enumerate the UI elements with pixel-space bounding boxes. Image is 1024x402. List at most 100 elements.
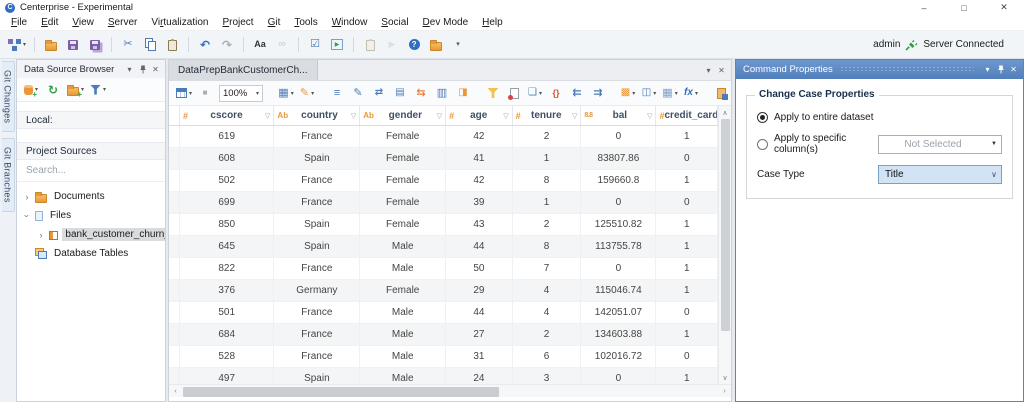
expand-icon[interactable]: ›	[37, 230, 45, 240]
layout-button[interactable]: ▾	[174, 83, 194, 103]
data-profile-button[interactable]: ▦▾	[276, 83, 296, 103]
add-database-button[interactable]: ▾	[21, 80, 41, 100]
find-button[interactable]: ∞	[272, 35, 292, 55]
add-column-button[interactable]: ◫▾	[639, 83, 659, 103]
collapse-icon[interactable]: ›	[22, 212, 32, 220]
help-button[interactable]	[404, 35, 424, 55]
rename-button[interactable]: ⇄	[369, 83, 389, 103]
sidebar-tab-git-changes[interactable]: Git Changes	[2, 61, 15, 132]
tab-list-icon[interactable]: ▾	[702, 64, 715, 77]
tab-dataprep[interactable]: DataPrepBankCustomerCh...	[169, 60, 318, 80]
scroll-up-icon[interactable]: ∧	[719, 106, 732, 119]
cut-button[interactable]: ✂	[118, 35, 138, 55]
toolbar-options-button[interactable]: ▾	[448, 35, 468, 55]
filter-funnel-icon[interactable]: ▽	[503, 112, 508, 120]
resume-button[interactable]: ▶	[382, 35, 402, 55]
export-button[interactable]	[711, 83, 731, 103]
menu-dev-mode[interactable]: Dev Mode	[416, 17, 476, 28]
radio-button-icon[interactable]	[757, 112, 768, 123]
tree-item-documents[interactable]: ›Documents	[17, 187, 165, 206]
case-type-select[interactable]: Title ∨	[878, 165, 1002, 184]
section-local[interactable]: Local:	[17, 111, 165, 129]
radio-button-icon[interactable]	[757, 139, 768, 150]
sidebar-tab-git-branches[interactable]: Git Branches	[2, 138, 15, 212]
menu-server[interactable]: Server	[101, 17, 144, 28]
save-all-button[interactable]	[85, 35, 105, 55]
font-button[interactable]: Aa	[250, 35, 270, 55]
apply-changes-button[interactable]: ▩▾	[618, 83, 638, 103]
column-header-age[interactable]: #age▽	[446, 106, 513, 125]
close-panel-icon[interactable]: ✕	[149, 63, 162, 76]
column-chooser-button[interactable]: ▥	[432, 83, 452, 103]
menu-social[interactable]: Social	[374, 17, 415, 28]
column-header-bal[interactable]: 8.8bal▽	[581, 106, 656, 125]
menu-help[interactable]: Help	[475, 17, 510, 28]
menu-project[interactable]: Project	[215, 17, 260, 28]
search-input[interactable]	[17, 160, 165, 182]
zoom-level-select[interactable]: 100%▾	[219, 85, 263, 102]
expand-icon[interactable]: ›	[23, 192, 31, 202]
scroll-down-icon[interactable]: ∨	[719, 371, 732, 384]
column-header-tenure[interactable]: #tenure▽	[513, 106, 582, 125]
filter-button[interactable]: ▾	[88, 80, 108, 100]
merge-button[interactable]: ⇉	[588, 83, 608, 103]
filter-funnel-icon[interactable]: ▽	[351, 112, 356, 120]
horizontal-scroll-thumb[interactable]	[183, 387, 499, 397]
expression-button[interactable]: {}	[546, 83, 566, 103]
radio-entire-dataset[interactable]: Apply to entire dataset	[757, 112, 1002, 123]
filter-records-button[interactable]: ▤	[390, 83, 410, 103]
save-button[interactable]	[63, 35, 83, 55]
undo-button[interactable]: ↶	[195, 35, 215, 55]
tab-close-icon[interactable]: ✕	[715, 64, 728, 77]
scroll-left-icon[interactable]: ‹	[169, 385, 182, 398]
column-header-gender[interactable]: Abgender▽	[360, 106, 446, 125]
close-button[interactable]: ✕	[984, 0, 1024, 15]
menu-tools[interactable]: Tools	[287, 17, 324, 28]
open-button[interactable]	[41, 35, 61, 55]
recent-files-button[interactable]	[426, 35, 446, 55]
tree-item-bank-customer-churn-file[interactable]: ›bank_customer_churn_file	[17, 225, 165, 244]
close-panel-icon[interactable]: ✕	[1007, 63, 1020, 76]
menu-virtualization[interactable]: Virtualization	[144, 17, 215, 28]
sample-data-button[interactable]	[504, 83, 524, 103]
start-dataflow-button[interactable]	[327, 35, 347, 55]
filter-button[interactable]	[483, 83, 503, 103]
filter-funnel-icon[interactable]: ▽	[437, 112, 442, 120]
maximize-button[interactable]: □	[944, 0, 984, 15]
add-file-source-button[interactable]: ▾	[65, 80, 86, 100]
window-position-icon[interactable]: ▾	[981, 63, 994, 76]
refresh-button[interactable]: ↻	[43, 80, 63, 100]
horizontal-scrollbar[interactable]: ‹ ›	[169, 384, 731, 397]
add-record-button[interactable]: ≡	[327, 83, 347, 103]
new-button[interactable]: ▾	[6, 35, 28, 55]
paste-button[interactable]	[162, 35, 182, 55]
copy-button[interactable]	[140, 35, 160, 55]
column-header-credit_card[interactable]: #credit_card	[656, 106, 718, 125]
tree-item-database-tables[interactable]: Database Tables	[17, 244, 165, 263]
auto-hide-pin-icon[interactable]	[136, 63, 149, 76]
column-header-cscore[interactable]: #cscore▽	[180, 106, 274, 125]
filter-funnel-icon[interactable]: ▽	[265, 112, 270, 120]
edit-options-button[interactable]: ✎▾	[297, 83, 317, 103]
paste-run-button[interactable]	[360, 35, 380, 55]
redo-button[interactable]: ↷	[217, 35, 237, 55]
section-project-sources[interactable]: Project Sources	[17, 142, 165, 160]
minimize-button[interactable]: –	[904, 0, 944, 15]
split-button[interactable]: ⇇	[567, 83, 587, 103]
window-position-icon[interactable]: ▾	[123, 63, 136, 76]
filter-funnel-icon[interactable]: ▽	[647, 112, 652, 120]
menu-view[interactable]: View	[65, 17, 101, 28]
vertical-scroll-thumb[interactable]	[721, 119, 730, 331]
window-button[interactable]: ❏▾	[525, 83, 545, 103]
vertical-scrollbar[interactable]: ∧ ∨	[718, 106, 731, 384]
radio-specific-columns[interactable]: Apply to specific column(s) Not Selected…	[757, 133, 1002, 155]
scroll-right-icon[interactable]: ›	[718, 385, 731, 398]
edit-record-button[interactable]: ✎	[348, 83, 368, 103]
transform-button[interactable]: ⇆	[411, 83, 431, 103]
columns-select[interactable]: Not Selected ▼	[878, 135, 1002, 154]
menu-window[interactable]: Window	[325, 17, 375, 28]
auto-hide-pin-icon[interactable]	[994, 63, 1007, 76]
stop-button[interactable]: ■	[195, 83, 215, 103]
menu-git[interactable]: Git	[261, 17, 288, 28]
distinct-button[interactable]: ◨	[453, 83, 473, 103]
